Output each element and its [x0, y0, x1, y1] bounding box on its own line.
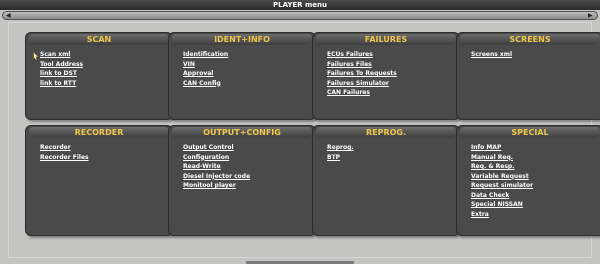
panel-title: FAILURES — [316, 34, 456, 45]
panel-title: OUTPUT+CONFIG — [172, 127, 312, 138]
menu-link-variable-request[interactable]: Variable Request — [471, 172, 600, 182]
menu-link-btp[interactable]: BTP — [327, 153, 459, 163]
menu-link-extra[interactable]: Extra — [471, 210, 600, 220]
menu-link-recorder-files[interactable]: Recorder Files — [40, 153, 172, 163]
menu-link-can-config[interactable]: CAN Config — [183, 79, 315, 89]
menu-link-can-failures[interactable]: CAN Failures — [327, 88, 459, 98]
panel-title: REPROG. — [316, 127, 456, 138]
menu-link-failures-simulator[interactable]: Failures Simulator — [327, 79, 459, 89]
menu-link-failures-to-requests[interactable]: Failures To Requests — [327, 69, 459, 79]
panel-special: SPECIAL Info MAP Manual Req. Req. & Resp… — [456, 125, 600, 236]
window-title: PLAYER menu — [272, 1, 328, 9]
panel-ident-info: IDENT+INFO Identification VIN Approval C… — [168, 32, 316, 120]
panel-scan: SCAN Scan xml Tool Address link to DST l… — [25, 32, 173, 120]
panel-output-config: OUTPUT+CONFIG Output Control Configurati… — [168, 125, 316, 236]
menu-link-ecus-failures[interactable]: ECUs Failures — [327, 50, 459, 60]
menu-link-diesel-injector-code[interactable]: Diesel Injector code — [183, 172, 315, 182]
menu-link-monitool-player[interactable]: Monitool player — [183, 181, 315, 191]
menu-link-configuration[interactable]: Configuration — [183, 153, 315, 163]
menu-link-scan-xml[interactable]: Scan xml — [40, 50, 172, 60]
panel-title: SCREENS — [460, 34, 600, 45]
collapsible-toolbar[interactable]: ◀ ▶ — [2, 11, 598, 20]
menu-link-approval[interactable]: Approval — [183, 69, 315, 79]
chevron-right-icon[interactable]: ▶ — [588, 12, 594, 19]
menu-link-info-map[interactable]: Info MAP — [471, 143, 600, 153]
menu-link-special-nissan[interactable]: Special NISSAN — [471, 200, 600, 210]
chevron-left-icon[interactable]: ◀ — [6, 12, 12, 19]
menu-link-screens-xml[interactable]: Screens xml — [471, 50, 600, 60]
menu-link-recorder[interactable]: Recorder — [40, 143, 172, 153]
panel-title: RECORDER — [29, 127, 169, 138]
menu-link-vin[interactable]: VIN — [183, 60, 315, 70]
panel-screens: SCREENS Screens xml — [456, 32, 600, 120]
menu-link-output-control[interactable]: Output Control — [183, 143, 315, 153]
menu-link-read-write[interactable]: Read-Write — [183, 162, 315, 172]
menu-link-link-to-rtt[interactable]: link to RTT — [40, 79, 172, 89]
menu-link-request-simulator[interactable]: Request simulator — [471, 181, 600, 191]
panel-recorder: RECORDER Recorder Recorder Files — [25, 125, 173, 236]
panel-failures: FAILURES ECUs Failures Failures Files Fa… — [312, 32, 460, 120]
panel-reprog: REPROG. Reprog. BTP — [312, 125, 460, 236]
menu-link-tool-address[interactable]: Tool Address — [40, 60, 172, 70]
menu-link-data-check[interactable]: Data Check — [471, 191, 600, 201]
menu-link-req-and-resp[interactable]: Req. & Resp. — [471, 162, 600, 172]
panel-title: SCAN — [29, 34, 169, 45]
menu-link-reprog[interactable]: Reprog. — [327, 143, 459, 153]
menu-link-link-to-dst[interactable]: link to DST — [40, 69, 172, 79]
menu-link-failures-files[interactable]: Failures Files — [327, 60, 459, 70]
window-title-bar: PLAYER menu — [0, 0, 600, 10]
panel-title: SPECIAL — [460, 127, 600, 138]
menu-link-identification[interactable]: Identification — [183, 50, 315, 60]
menu-link-manual-req[interactable]: Manual Req. — [471, 153, 600, 163]
panel-title: IDENT+INFO — [172, 34, 312, 45]
